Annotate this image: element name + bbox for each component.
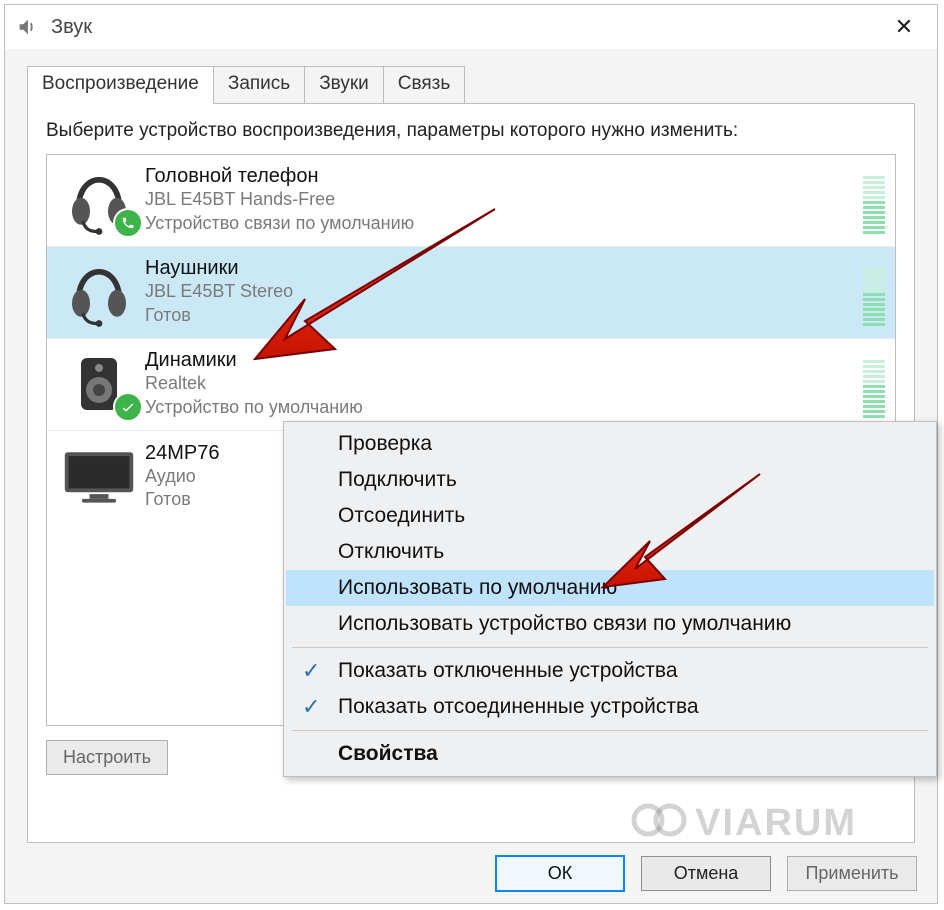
menu-label: Проверка — [338, 432, 432, 456]
menu-show-disabled[interactable]: Показать отключенные устройства — [286, 653, 934, 689]
tab-label: Запись — [228, 73, 290, 94]
device-texts: Динамики Realtek Устройство по умолчанию — [145, 349, 863, 419]
default-comm-badge — [113, 208, 143, 238]
apply-button[interactable]: Применить — [787, 856, 917, 891]
sound-icon — [15, 15, 39, 39]
sound-window: Звук ✕ Воспроизведение Запись Звуки Связ… — [4, 4, 938, 904]
speaker-icon — [53, 344, 145, 424]
monitor-icon — [53, 437, 145, 517]
titlebar: Звук ✕ — [5, 5, 937, 49]
tab-playback[interactable]: Воспроизведение — [27, 66, 214, 104]
tab-sounds[interactable]: Звуки — [304, 66, 384, 103]
tabstrip: Воспроизведение Запись Звуки Связь — [27, 61, 915, 103]
menu-disconnect[interactable]: Отсоединить — [286, 498, 934, 534]
menu-disable[interactable]: Отключить — [286, 534, 934, 570]
menu-label: Показать отключенные устройства — [338, 659, 678, 683]
device-name: Наушники — [145, 257, 863, 280]
device-sub2: Устройство связи по умолчанию — [145, 212, 863, 235]
device-sub2: Устройство по умолчанию — [145, 396, 863, 419]
button-label: Применить — [805, 863, 898, 883]
client-area: Воспроизведение Запись Звуки Связь Выбер… — [5, 49, 937, 903]
menu-test[interactable]: Проверка — [286, 426, 934, 462]
headset-icon — [53, 160, 145, 240]
menu-label: Подключить — [338, 468, 457, 492]
menu-separator — [292, 730, 928, 731]
button-label: Отмена — [674, 863, 739, 883]
watermark-logo-icon — [631, 803, 687, 847]
device-sub1: JBL E45BT Stereo — [145, 280, 863, 303]
watermark: VIARUM — [631, 802, 857, 847]
tab-communications[interactable]: Связь — [383, 66, 466, 103]
window-title: Звук — [51, 16, 92, 39]
button-label: Настроить — [63, 747, 151, 767]
tab-label: Связь — [398, 73, 451, 94]
menu-set-default[interactable]: Использовать по умолчанию — [286, 570, 934, 606]
cancel-button[interactable]: Отмена — [641, 856, 771, 891]
context-menu: Проверка Подключить Отсоединить Отключит… — [283, 421, 937, 777]
device-texts: Наушники JBL E45BT Stereo Готов — [145, 257, 863, 327]
menu-label: Использовать по умолчанию — [338, 576, 617, 600]
device-row[interactable]: Динамики Realtek Устройство по умолчанию — [47, 339, 895, 431]
menu-label: Отсоединить — [338, 504, 465, 528]
menu-set-default-comm[interactable]: Использовать устройство связи по умолчан… — [286, 606, 934, 642]
tab-label: Воспроизведение — [42, 73, 199, 94]
tab-recording[interactable]: Запись — [213, 66, 305, 103]
button-label: ОК — [548, 863, 573, 883]
menu-show-disconnected[interactable]: Показать отсоединенные устройства — [286, 689, 934, 725]
device-texts: Головной телефон JBL E45BT Hands-Free Ус… — [145, 165, 863, 235]
default-device-badge — [113, 392, 143, 422]
menu-properties[interactable]: Свойства — [286, 736, 934, 772]
ok-button[interactable]: ОК — [495, 855, 625, 892]
device-sub1: Realtek — [145, 372, 863, 395]
menu-label: Показать отсоединенные устройства — [338, 695, 699, 719]
bottom-bar: ОК Отмена Применить — [5, 843, 937, 903]
device-row[interactable]: Головной телефон JBL E45BT Hands-Free Ус… — [47, 155, 895, 247]
level-meter — [863, 350, 885, 418]
device-sub1: JBL E45BT Hands-Free — [145, 188, 863, 211]
menu-label: Отключить — [338, 540, 444, 564]
close-icon: ✕ — [895, 14, 913, 40]
menu-connect[interactable]: Подключить — [286, 462, 934, 498]
device-name: Головной телефон — [145, 165, 863, 188]
close-button[interactable]: ✕ — [877, 5, 931, 49]
menu-label: Свойства — [338, 742, 438, 766]
level-meter — [863, 258, 885, 326]
tab-label: Звуки — [319, 73, 369, 94]
watermark-text: VIARUM — [695, 802, 857, 844]
device-row[interactable]: Наушники JBL E45BT Stereo Готов — [47, 247, 895, 339]
menu-separator — [292, 647, 928, 648]
configure-button[interactable]: Настроить — [46, 740, 168, 775]
device-name: Динамики — [145, 349, 863, 372]
device-sub2: Готов — [145, 304, 863, 327]
instruction-text: Выберите устройство воспроизведения, пар… — [46, 118, 896, 144]
menu-label: Использовать устройство связи по умолчан… — [338, 612, 791, 636]
level-meter — [863, 166, 885, 234]
headset-icon — [53, 252, 145, 332]
